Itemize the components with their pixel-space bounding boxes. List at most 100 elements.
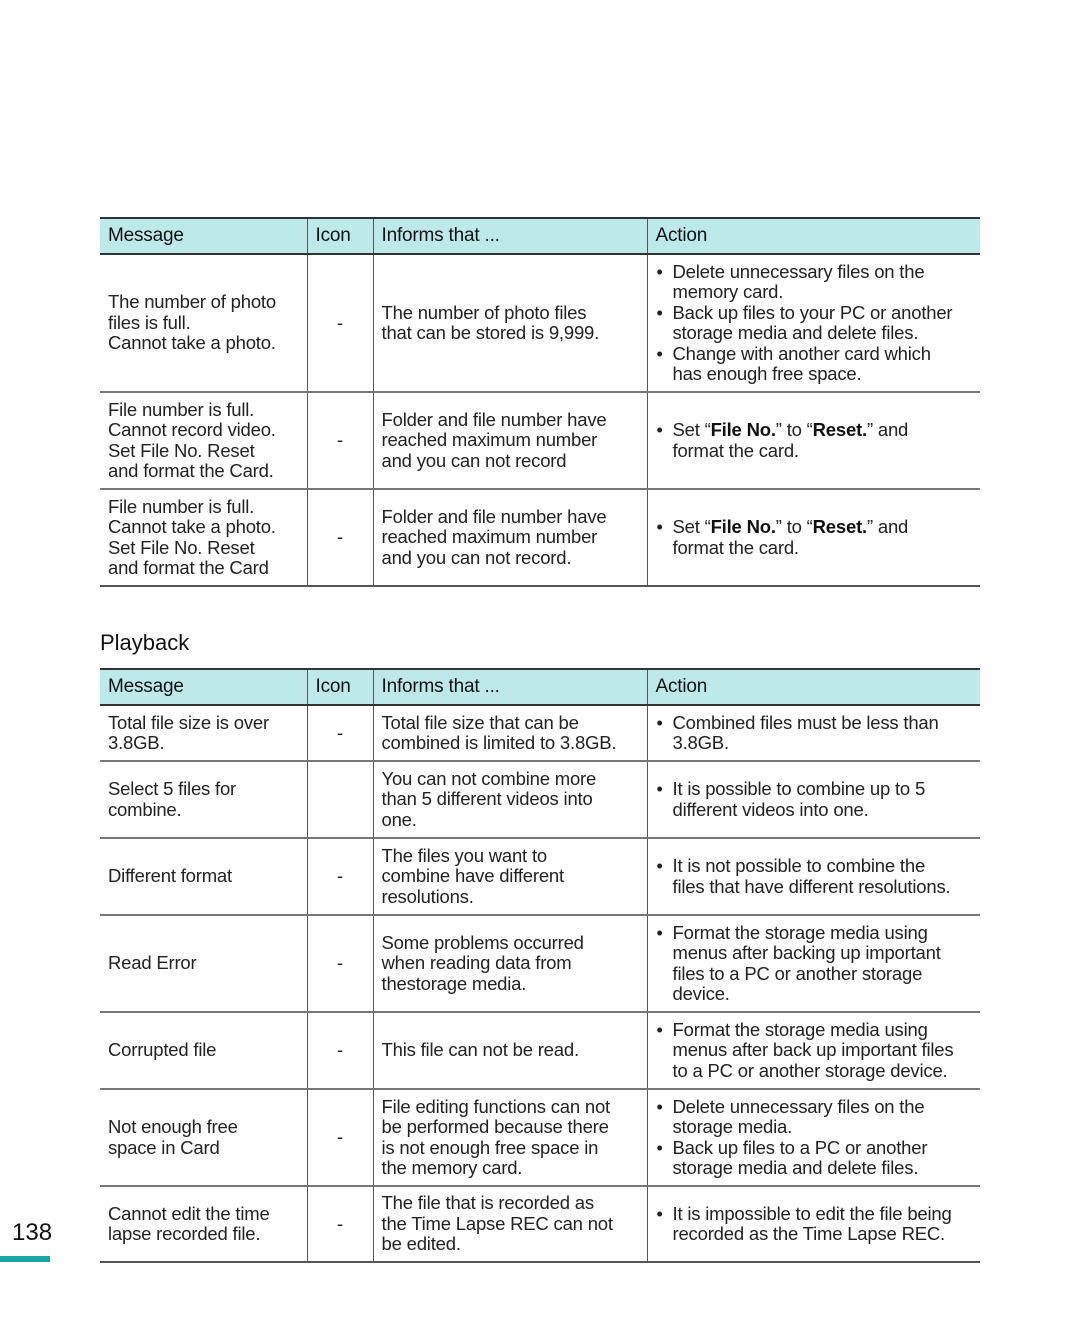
informs-line: Some problems occurred bbox=[381, 931, 584, 953]
action-cell: It is not possible to combine thefiles t… bbox=[646, 838, 980, 916]
informs-cell: The files you want to combine have differ… bbox=[372, 838, 648, 916]
action-line: menus after back up important files bbox=[672, 1039, 954, 1061]
action-list: It is not possible to combine thefiles t… bbox=[656, 855, 977, 897]
informs-cell: Folder and file number have reached maxim… bbox=[372, 392, 648, 490]
action-line: recorded as the Time Lapse REC. bbox=[672, 1223, 946, 1244]
informs-line: Folder and file number have bbox=[381, 408, 607, 430]
header-icon: Icon bbox=[306, 668, 374, 706]
informs-cell: File editing functions can not be perform… bbox=[372, 1089, 648, 1187]
action-item: Back up files to your PC or anotherstora… bbox=[656, 301, 977, 344]
message-line: File number is full. bbox=[108, 495, 255, 517]
message-line: combine. bbox=[108, 798, 182, 820]
message-line: Set File No. Reset bbox=[108, 439, 255, 461]
message-line: and format the Card. bbox=[108, 460, 274, 481]
message-cell: File number is full. Cannot take a photo.… bbox=[100, 489, 308, 587]
informs-line: combine have different bbox=[381, 865, 565, 887]
table-row: The number of photo files is full. Cannot … bbox=[100, 254, 980, 393]
action-line: device. bbox=[672, 983, 730, 1004]
action-line: Combined files must be less than bbox=[672, 711, 939, 733]
action-text: Set “ bbox=[672, 516, 711, 537]
icon-cell: - bbox=[306, 915, 374, 1013]
action-line: Change with another card which bbox=[672, 342, 931, 364]
action-item: Combined files must be less than3.8GB. bbox=[656, 711, 977, 754]
table-row: File number is full. Cannot record video.… bbox=[100, 392, 980, 490]
section-title-playback: Playback bbox=[100, 630, 190, 655]
informs-line: combined is limited to 3.8GB. bbox=[381, 732, 617, 753]
informs-cell: This file can not be read. bbox=[372, 1012, 648, 1090]
informs-line: and you can not record. bbox=[381, 546, 572, 568]
action-text: Set “ bbox=[672, 419, 711, 440]
action-cell: Delete unnecessary files on thememory ca… bbox=[646, 254, 980, 393]
action-line: Format the storage media using bbox=[672, 1018, 928, 1040]
action-line: storage media. bbox=[672, 1116, 793, 1137]
message-line: Not enough free bbox=[108, 1116, 238, 1137]
action-line: storage media and delete files. bbox=[672, 322, 919, 343]
action-line: has enough free space. bbox=[672, 363, 862, 384]
message-cell: Total file size is over 3.8GB. bbox=[100, 705, 308, 762]
action-line: It is possible to combine up to 5 bbox=[672, 778, 926, 799]
action-line: different videos into one. bbox=[672, 798, 869, 820]
informs-line: File editing functions can not bbox=[381, 1095, 611, 1117]
message-line: Cannot edit the time bbox=[108, 1202, 270, 1224]
message-line: Cannot record video. bbox=[108, 419, 276, 440]
action-line: format the card. bbox=[672, 536, 800, 558]
message-line: Read Error bbox=[108, 952, 197, 974]
message-line: lapse recorded file. bbox=[108, 1223, 261, 1244]
action-item: Set “File No.” to “Reset.” andformat the… bbox=[656, 419, 977, 461]
informs-line: one. bbox=[381, 808, 417, 830]
action-line: It is not possible to combine the bbox=[672, 855, 926, 876]
table-row: Corrupted file - This file can not be read… bbox=[100, 1012, 980, 1090]
informs-line: Folder and file number have bbox=[381, 505, 607, 527]
action-list: Format the storage media usingmenus afte… bbox=[656, 1018, 977, 1082]
action-cell: Delete unnecessary files on thestorage m… bbox=[646, 1089, 980, 1187]
message-line: files is full. bbox=[108, 311, 191, 333]
header-message: Message bbox=[100, 217, 308, 255]
action-item: Back up files to a PC or anotherstorage … bbox=[656, 1137, 977, 1179]
action-text: ” and bbox=[866, 419, 909, 440]
action-text: ” to “ bbox=[775, 516, 813, 537]
action-line: Back up files to your PC or another bbox=[672, 301, 953, 323]
action-list: Set “File No.” to “Reset.” andformat the… bbox=[656, 419, 977, 461]
keyword-reset: Reset. bbox=[812, 516, 868, 537]
informs-cell: Total file size that can be combined is l… bbox=[372, 705, 648, 762]
message-line: Cannot take a photo. bbox=[108, 516, 276, 537]
action-line: It is impossible to edit the file being bbox=[672, 1202, 952, 1224]
header-action: Action bbox=[646, 217, 980, 255]
informs-line: The file that is recorded as bbox=[381, 1192, 595, 1214]
informs-cell: Folder and file number have reached maxim… bbox=[372, 489, 648, 587]
header-message: Message bbox=[100, 668, 308, 706]
message-line: Cannot take a photo. bbox=[108, 332, 276, 354]
table-row: File number is full. Cannot take a photo.… bbox=[100, 489, 980, 587]
message-line: 3.8GB. bbox=[108, 732, 165, 753]
action-line: Set “File No.” to “Reset.” and bbox=[672, 419, 977, 441]
header-informs: Informs that ... bbox=[372, 217, 648, 255]
informs-cell: You can not combine more than 5 different… bbox=[372, 761, 648, 839]
action-cell: Format the storage media usingmenus afte… bbox=[646, 1012, 980, 1090]
action-line: files that have different resolutions. bbox=[672, 875, 951, 897]
action-item: Delete unnecessary files on thestorage m… bbox=[656, 1096, 977, 1138]
action-line: storage media and delete files. bbox=[672, 1157, 919, 1178]
informs-cell: The file that is recorded as the Time Lap… bbox=[372, 1186, 648, 1263]
icon-cell: - bbox=[306, 1012, 374, 1090]
message-line: and format the Card bbox=[108, 557, 269, 578]
recording-messages-table: Message Icon Informs that ... Action The… bbox=[100, 217, 980, 587]
icon-cell: - bbox=[306, 392, 374, 490]
informs-line: thestorage media. bbox=[381, 972, 527, 994]
action-item: Format the storage media usingmenus afte… bbox=[656, 922, 977, 1005]
action-line: files to a PC or another storage bbox=[672, 962, 923, 984]
message-cell: Different format bbox=[100, 838, 308, 916]
header-informs: Informs that ... bbox=[372, 668, 648, 706]
action-list: Delete unnecessary files on thestorage m… bbox=[656, 1096, 977, 1179]
message-cell: Not enough free space in Card bbox=[100, 1089, 308, 1187]
informs-line: be edited. bbox=[381, 1233, 461, 1255]
informs-line: the Time Lapse REC can not bbox=[381, 1212, 614, 1234]
action-line: to a PC or another storage device. bbox=[672, 1059, 948, 1081]
informs-line: resolutions. bbox=[381, 885, 474, 907]
informs-line: The files you want to bbox=[381, 844, 548, 866]
action-text: ” to “ bbox=[775, 419, 813, 440]
action-cell: It is impossible to edit the file beingr… bbox=[646, 1186, 980, 1263]
action-text: ” and bbox=[866, 516, 909, 537]
playback-messages-table: Message Icon Informs that ... Action Tot… bbox=[100, 668, 980, 1263]
action-item: Change with another card whichhas enough… bbox=[656, 342, 977, 385]
informs-cell: Some problems occurred when reading data … bbox=[372, 915, 648, 1013]
